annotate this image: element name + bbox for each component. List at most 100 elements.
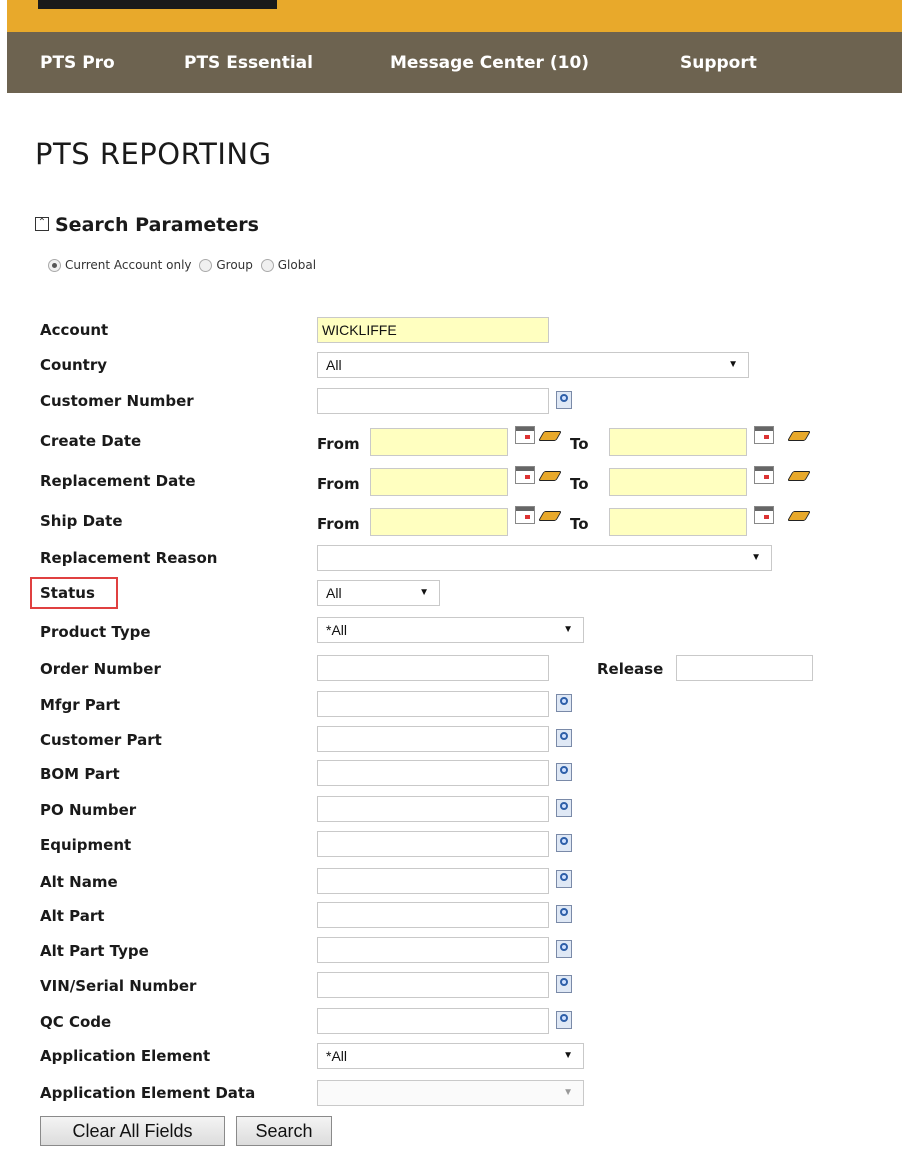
scope-option-current[interactable]: Current Account only <box>48 258 192 272</box>
po-number-input[interactable] <box>317 796 549 822</box>
scope-option-group[interactable]: Group <box>199 258 253 272</box>
create-date-to-label: To <box>570 435 589 453</box>
bom-part-label: BOM Part <box>40 765 120 783</box>
vin-serial-label: VIN/Serial Number <box>40 977 197 995</box>
dropdown-arrow-icon: ▼ <box>728 359 738 370</box>
customer-number-input[interactable] <box>317 388 549 414</box>
search-lookup-icon[interactable] <box>556 763 572 781</box>
search-lookup-icon[interactable] <box>556 729 572 747</box>
eraser-icon[interactable] <box>787 511 811 521</box>
application-element-select[interactable]: *All ▼ <box>317 1043 584 1069</box>
account-label: Account <box>40 321 109 339</box>
bom-part-input[interactable] <box>317 760 549 786</box>
scope-option-global[interactable]: Global <box>260 258 316 272</box>
create-date-from-label: From <box>317 435 360 453</box>
replacement-date-from-input[interactable] <box>370 468 508 496</box>
search-lookup-icon[interactable] <box>556 799 572 817</box>
release-input[interactable] <box>676 655 813 681</box>
alt-part-input[interactable] <box>317 902 549 928</box>
replacement-reason-select[interactable]: ▼ <box>317 545 772 571</box>
search-lookup-icon[interactable] <box>556 975 572 993</box>
ship-date-to-input[interactable] <box>609 508 747 536</box>
search-lookup-icon[interactable] <box>556 391 572 409</box>
radio-icon[interactable] <box>260 258 274 272</box>
country-value: All <box>326 357 342 373</box>
alt-part-label: Alt Part <box>40 907 105 925</box>
replacement-date-label: Replacement Date <box>40 472 196 490</box>
ship-date-label: Ship Date <box>40 512 123 530</box>
customer-part-input[interactable] <box>317 726 549 752</box>
replacement-date-from-label: From <box>317 475 360 493</box>
search-button[interactable]: Search <box>236 1116 332 1146</box>
create-date-label: Create Date <box>40 432 142 450</box>
qc-code-label: QC Code <box>40 1013 112 1031</box>
replacement-date-to-input[interactable] <box>609 468 747 496</box>
nav-pts-essential[interactable]: PTS Essential <box>184 32 313 93</box>
calendar-icon[interactable] <box>754 466 774 484</box>
application-element-data-select[interactable]: ▼ <box>317 1080 584 1106</box>
eraser-icon[interactable] <box>787 431 811 441</box>
equipment-input[interactable] <box>317 831 549 857</box>
top-dark-bar <box>38 0 277 9</box>
search-lookup-icon[interactable] <box>556 905 572 923</box>
dropdown-arrow-icon: ▼ <box>563 1050 573 1061</box>
dropdown-arrow-icon: ▼ <box>563 624 573 635</box>
eraser-icon[interactable] <box>787 471 811 481</box>
alt-name-input[interactable] <box>317 868 549 894</box>
order-number-input[interactable] <box>317 655 549 681</box>
application-element-value: *All <box>326 1048 348 1064</box>
nav-pts-pro[interactable]: PTS Pro <box>40 32 115 93</box>
product-type-select[interactable]: *All ▼ <box>317 617 584 643</box>
search-lookup-icon[interactable] <box>556 834 572 852</box>
ship-date-to-label: To <box>570 515 589 533</box>
eraser-icon[interactable] <box>538 511 562 521</box>
application-element-label: Application Element <box>40 1047 211 1065</box>
dropdown-arrow-icon: ▼ <box>419 587 429 598</box>
search-lookup-icon[interactable] <box>556 940 572 958</box>
status-value: All <box>326 585 342 601</box>
vin-serial-input[interactable] <box>317 972 549 998</box>
collapse-icon[interactable]: ⌃ <box>35 217 49 231</box>
calendar-icon[interactable] <box>754 506 774 524</box>
create-date-from-input[interactable] <box>370 428 508 456</box>
product-type-value: *All <box>326 622 348 638</box>
eraser-icon[interactable] <box>538 431 562 441</box>
dropdown-arrow-icon: ▼ <box>751 552 761 563</box>
eraser-icon[interactable] <box>538 471 562 481</box>
radio-checked-icon[interactable] <box>48 258 61 272</box>
status-select[interactable]: All ▼ <box>317 580 440 606</box>
calendar-icon[interactable] <box>515 426 535 444</box>
scope-label-current: Current Account only <box>65 258 192 272</box>
ship-date-from-input[interactable] <box>370 508 508 536</box>
po-number-label: PO Number <box>40 801 137 819</box>
clear-all-fields-button[interactable]: Clear All Fields <box>40 1116 225 1146</box>
mfgr-part-input[interactable] <box>317 691 549 717</box>
radio-icon[interactable] <box>199 258 213 272</box>
calendar-icon[interactable] <box>515 466 535 484</box>
account-input[interactable]: WICKLIFFE <box>317 317 549 343</box>
ship-date-from-label: From <box>317 515 360 533</box>
qc-code-input[interactable] <box>317 1008 549 1034</box>
replacement-reason-label: Replacement Reason <box>40 549 218 567</box>
mfgr-part-label: Mfgr Part <box>40 696 121 714</box>
dropdown-arrow-icon: ▼ <box>563 1087 573 1098</box>
main-nav: PTS Pro PTS Essential Message Center (10… <box>7 32 902 93</box>
search-lookup-icon[interactable] <box>556 1011 572 1029</box>
customer-part-label: Customer Part <box>40 731 162 749</box>
replacement-date-to-label: To <box>570 475 589 493</box>
calendar-icon[interactable] <box>754 426 774 444</box>
section-title: Search Parameters <box>55 214 259 236</box>
page-title: PTS REPORTING <box>35 137 272 171</box>
nav-support[interactable]: Support <box>680 32 757 93</box>
top-accent-strip <box>7 0 902 32</box>
search-lookup-icon[interactable] <box>556 694 572 712</box>
create-date-to-input[interactable] <box>609 428 747 456</box>
country-select[interactable]: All ▼ <box>317 352 749 378</box>
scope-label-group: Group <box>216 258 253 272</box>
nav-message-center[interactable]: Message Center (10) <box>390 32 589 93</box>
search-lookup-icon[interactable] <box>556 870 572 888</box>
status-label: Status <box>40 584 95 602</box>
release-label: Release <box>597 660 664 678</box>
calendar-icon[interactable] <box>515 506 535 524</box>
alt-part-type-input[interactable] <box>317 937 549 963</box>
